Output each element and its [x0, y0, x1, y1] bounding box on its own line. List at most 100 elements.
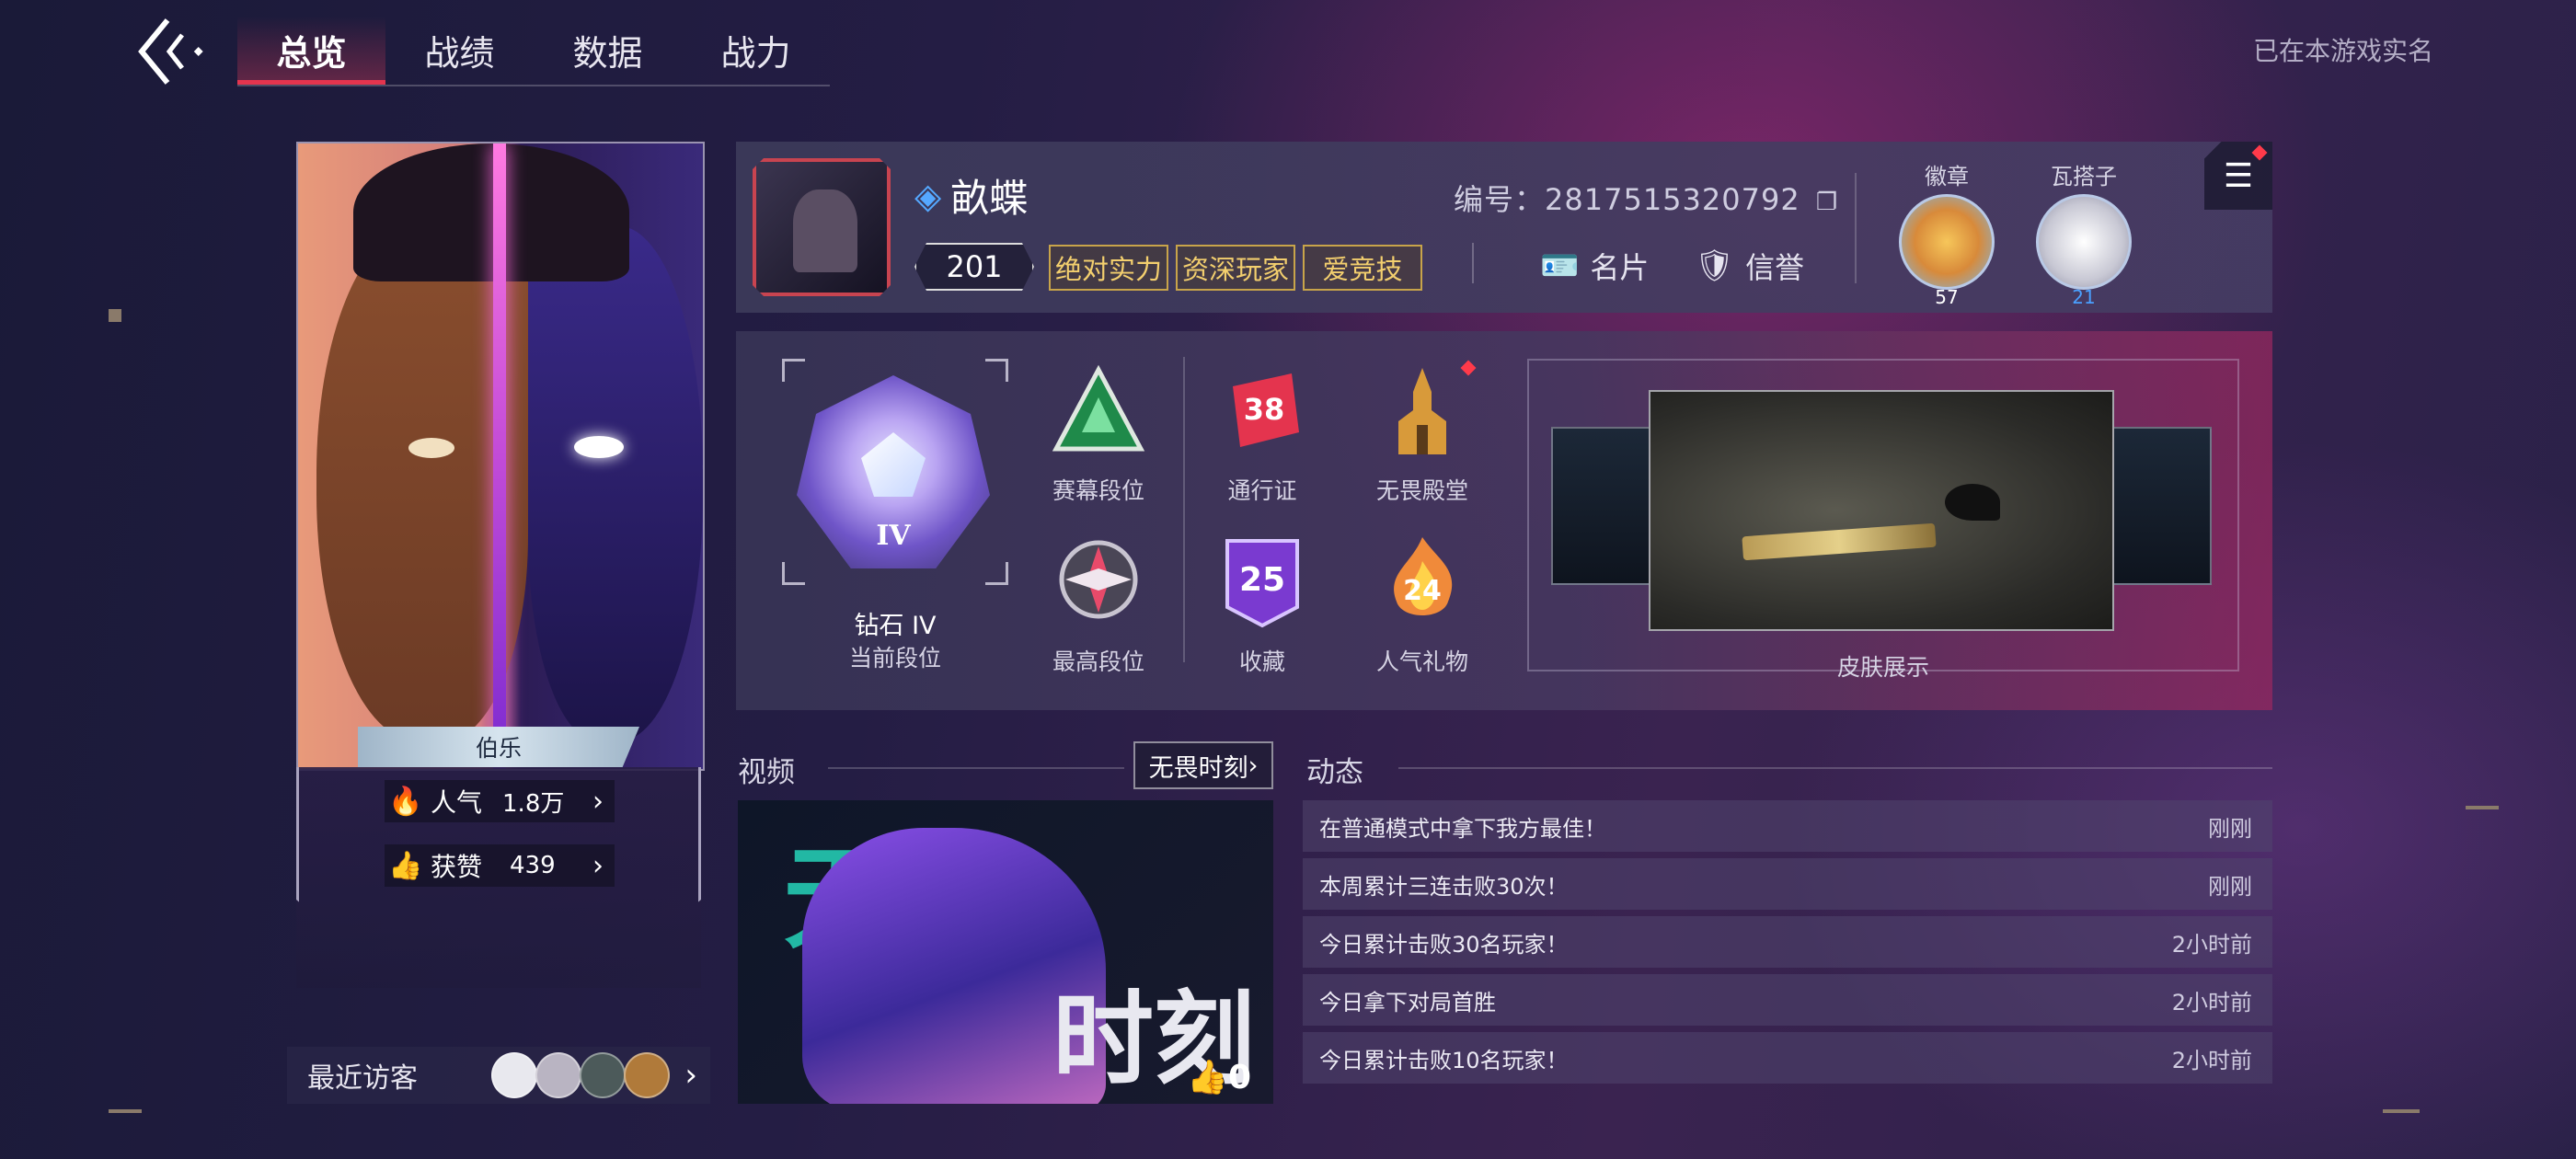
collection-value: 25: [1239, 561, 1285, 599]
popularity-button[interactable]: 🔥 人气 1.8万 ›: [385, 780, 615, 822]
rifle-skin-image: [1742, 522, 1937, 561]
feed-item-time: 2小时前: [2171, 931, 2252, 958]
chevron-right-icon: ›: [592, 849, 604, 882]
corner-bracket: [782, 562, 805, 585]
hall-of-fame-button[interactable]: [1374, 364, 1470, 460]
feed-item[interactable]: 本周累计三连击败30次！ 刚刚: [1303, 858, 2272, 910]
chevron-right-icon: ›: [1248, 751, 1259, 780]
hall-of-fame-label: 无畏殿堂: [1375, 477, 1468, 504]
name-card-button[interactable]: 🪪 名片: [1540, 243, 1649, 289]
video-likes: 👍0: [1187, 1058, 1251, 1096]
skin-showcase: 皮肤展示: [1527, 359, 2239, 681]
gem-icon: [861, 432, 926, 497]
visitor-avatar[interactable]: [624, 1052, 671, 1098]
achievements-panel: IV 钻石 IV 当前段位 赛幕段位 最高段位 38 通行证 无畏殿堂 25 收…: [736, 331, 2272, 710]
divider: [1472, 243, 1474, 283]
section-divider: [828, 767, 1124, 769]
feed-item-text: 今日累计击败30名玩家！: [1319, 931, 1569, 958]
agent-portrait-card[interactable]: 伯乐: [296, 142, 705, 771]
chevron-right-icon: ›: [592, 785, 604, 818]
player-id-label: 编号：: [1454, 182, 1546, 217]
badge-icon: [1899, 194, 1995, 290]
feed-item-time: 刚刚: [2208, 815, 2252, 842]
video-thumbnail[interactable]: 无畏 时刻 👍0: [738, 800, 1273, 1104]
activity-feed: 在普通模式中拿下我方最佳！ 刚刚 本周累计三连击败30次！ 刚刚 今日累计击败3…: [1303, 800, 2272, 1090]
credit-label: 信誉: [1745, 250, 1805, 285]
highest-rank-icon: [1059, 540, 1138, 619]
agent-name-plate: 伯乐: [358, 727, 639, 767]
tab-record[interactable]: 战绩: [385, 17, 534, 83]
player-avatar[interactable]: [753, 158, 891, 296]
recent-visitors-bar[interactable]: 最近访客 ›: [287, 1047, 710, 1104]
feed-item-time: 刚刚: [2208, 873, 2252, 900]
tag-absolute-strength: 绝对实力: [1049, 245, 1168, 291]
settings-glyph: ☰: [2223, 156, 2254, 195]
current-rank-emblem[interactable]: IV: [782, 359, 1008, 585]
visitor-avatar[interactable]: [580, 1052, 627, 1098]
player-level: 201: [914, 243, 1034, 291]
battle-pass-label: 通行证: [1227, 477, 1297, 504]
skin-prev-slide[interactable]: [1551, 427, 1656, 585]
copy-icon[interactable]: ❐: [1816, 189, 1838, 216]
visitor-avatar[interactable]: [535, 1052, 582, 1098]
feed-item[interactable]: 今日拿下对局首胜 2小时前: [1303, 974, 2272, 1026]
agent-eye-right: [574, 436, 624, 458]
tab-overview[interactable]: 总览: [237, 17, 385, 85]
credit-shield-icon: 🛡: [1695, 247, 1735, 284]
thumbs-up-icon: 👍: [1187, 1059, 1228, 1096]
rank-numeral: IV: [876, 520, 911, 552]
partner-avatar: [2036, 194, 2132, 290]
decor-line: [2466, 806, 2499, 809]
collection-icon: 25: [1225, 539, 1299, 628]
popularity-gift-button[interactable]: 24: [1374, 534, 1470, 629]
likes-button[interactable]: 👍 获赞 439 ›: [385, 844, 615, 887]
highest-rank-button[interactable]: [1051, 534, 1146, 629]
feed-item-time: 2小时前: [2171, 1047, 2252, 1073]
energy-seam: [493, 143, 506, 769]
highest-rank-label: 最高段位: [1052, 648, 1144, 675]
feed-item[interactable]: 今日累计击败30名玩家！ 2小时前: [1303, 916, 2272, 968]
feed-item-text: 今日累计击败10名玩家！: [1319, 1047, 1569, 1073]
divider: [1183, 357, 1185, 662]
current-rank-name: 钻石 IV: [854, 612, 937, 640]
feed-item[interactable]: 在普通模式中拿下我方最佳！ 刚刚: [1303, 800, 2272, 852]
player-name-row: ◈ 畝蝶: [914, 167, 1028, 224]
profile-settings-icon[interactable]: ☰: [2204, 142, 2272, 210]
corner-bracket: [985, 562, 1008, 585]
collection-button[interactable]: 25: [1214, 534, 1310, 629]
visitor-avatar[interactable]: [491, 1052, 538, 1098]
corner-bracket: [782, 359, 805, 382]
badge-count: 57: [1935, 286, 1959, 308]
skin-next-slide[interactable]: [2107, 427, 2212, 585]
back-button[interactable]: [129, 15, 221, 88]
feed-item[interactable]: 今日累计击败10名玩家！ 2小时前: [1303, 1032, 2272, 1084]
avatar-figure: [793, 189, 857, 272]
gift-value: 24: [1403, 575, 1442, 607]
thumbs-up-icon: 👍: [388, 849, 423, 882]
credit-button[interactable]: 🛡 信誉: [1695, 243, 1804, 289]
season-rank-button[interactable]: [1051, 364, 1146, 460]
feed-item-text: 今日拿下对局首胜: [1319, 989, 1496, 1016]
divider: [1855, 173, 1857, 283]
video-likes-count: 0: [1227, 1059, 1251, 1096]
platform-diamond-icon: ◈: [914, 175, 942, 216]
partner-label: 瓦搭子: [2051, 164, 2117, 189]
battle-pass-button[interactable]: 38: [1214, 364, 1310, 460]
skin-showcase-label: 皮肤展示: [1836, 654, 1929, 681]
fearless-moments-button[interactable]: 无畏时刻 ›: [1133, 741, 1273, 789]
tag-veteran-player: 资深玩家: [1176, 245, 1295, 291]
flame-icon: 🔥: [388, 785, 423, 818]
likes-value: 439: [510, 852, 556, 879]
fearless-moments-label: 无畏时刻: [1148, 753, 1248, 783]
player-name: 畝蝶: [950, 176, 1029, 221]
skin-main-slide[interactable]: [1649, 390, 2114, 631]
back-arrow-icon: [138, 18, 203, 85]
badge-column[interactable]: 徽章 57: [1892, 158, 2002, 308]
tab-power[interactable]: 战力: [682, 17, 830, 83]
tab-data[interactable]: 数据: [534, 17, 682, 83]
chevron-right-icon: ›: [684, 1057, 697, 1094]
partner-column[interactable]: 瓦搭子 21: [2029, 158, 2139, 308]
realname-notice: 已在本游戏实名: [2252, 36, 2433, 66]
visitor-avatars: [491, 1052, 671, 1098]
decor-square: [109, 309, 121, 322]
